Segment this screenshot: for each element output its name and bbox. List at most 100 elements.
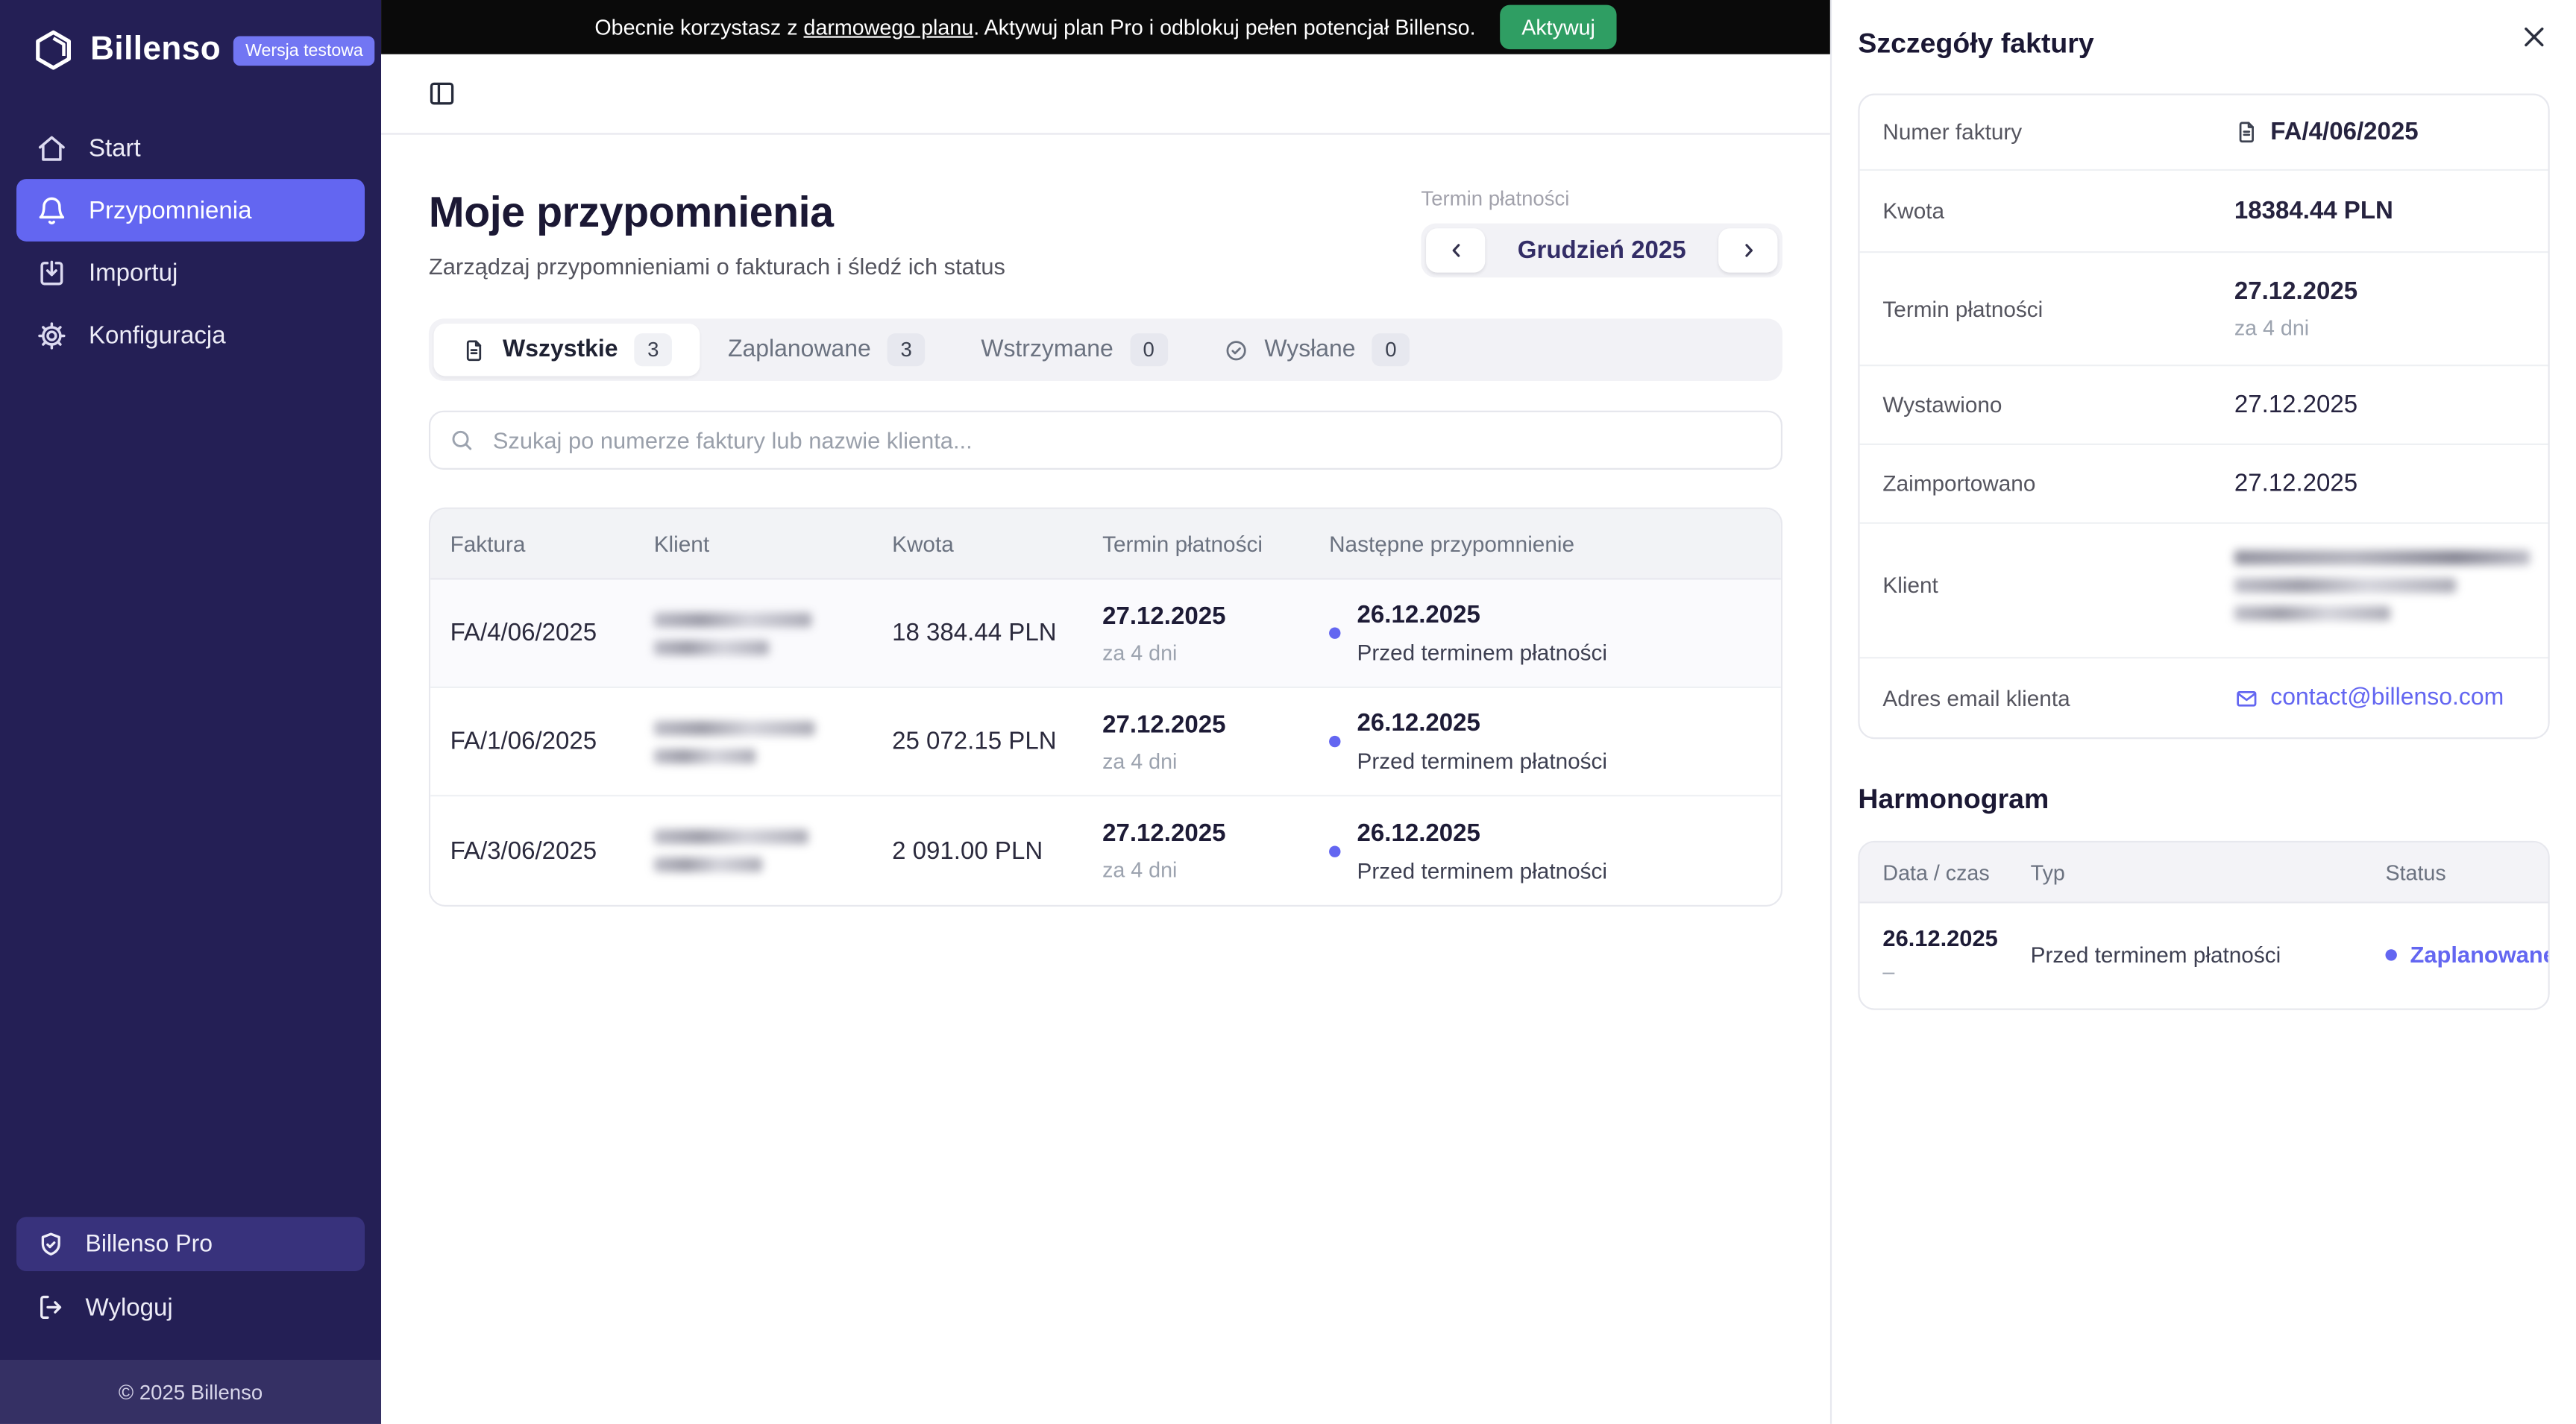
sidebar: Billenso Wersja testowa Start Przypomnie… — [0, 0, 381, 1424]
client-redacted — [634, 720, 872, 763]
home-icon — [36, 132, 67, 163]
table-row[interactable]: FA/3/06/2025 2 091.00 PLN 27.12.2025za 4… — [430, 796, 1781, 904]
banner-text-before: Obecnie korzystasz z — [594, 15, 797, 40]
client-redacted — [634, 612, 872, 655]
status-tabs: Wszystkie 3 Zaplanowane 3 Wstrzymane 0 W… — [429, 318, 1782, 381]
client-redacted — [634, 829, 872, 872]
schedule-time: – — [1882, 959, 2030, 983]
sidebar-nav: Start Przypomnienia Importuj Konfiguracj… — [0, 116, 381, 366]
field-label: Klient — [1882, 550, 2234, 598]
next-month-button[interactable] — [1718, 228, 1777, 272]
schedule-header-row: Data / czas Typ Status — [1860, 842, 2548, 904]
tab-wszystkie[interactable]: Wszystkie 3 — [434, 324, 700, 376]
pro-button-label: Billenso Pro — [86, 1231, 213, 1257]
client-email-link[interactable]: contact@billenso.com — [2234, 685, 2504, 711]
schedule-title: Harmonogram — [1858, 784, 2549, 816]
schedule-table: Data / czas Typ Status 26.12.2025– Przed… — [1858, 841, 2549, 1010]
test-version-badge: Wersja testowa — [234, 35, 375, 65]
tab-label: Wysłane — [1264, 337, 1355, 363]
period-label: Termin płatności — [1421, 187, 1782, 210]
next-reminder-date: 26.12.2025 — [1357, 819, 1608, 846]
table-row[interactable]: FA/4/06/2025 18 384.44 PLN 27.12.2025za … — [430, 580, 1781, 688]
due-note: za 4 dni — [1102, 857, 1310, 882]
status-dot — [2385, 948, 2396, 960]
invoice-number: FA/4/06/2025 — [430, 619, 634, 646]
file-text-icon — [2234, 120, 2259, 145]
status-dot — [1329, 845, 1340, 856]
brand-name: Billenso — [90, 31, 221, 69]
col-header-status: Status — [2385, 860, 2525, 884]
field-label: Wystawiono — [1882, 392, 2234, 417]
check-circle-icon — [1223, 338, 1248, 362]
sidebar-footer: © 2025 Billenso — [0, 1360, 381, 1424]
field-label: Numer faktury — [1882, 120, 2234, 145]
page-subtitle: Zarządzaj przypomnieniami o fakturach i … — [429, 253, 1005, 279]
import-icon — [36, 257, 67, 289]
due-date-value: 27.12.2025 — [2234, 277, 2357, 305]
field-label: Adres email klienta — [1882, 686, 2234, 711]
col-header-data-czas: Data / czas — [1882, 860, 2030, 884]
invoice-detail-panel: Szczegóły faktury Numer faktury FA/4/06/… — [1830, 0, 2576, 1424]
logout-button[interactable]: Wyloguj — [16, 1281, 365, 1333]
prev-month-button[interactable] — [1426, 228, 1485, 272]
due-date: 27.12.2025 — [1102, 819, 1310, 847]
col-header-kwota: Kwota — [873, 532, 1083, 556]
col-header-faktura: Faktura — [430, 532, 634, 556]
chevron-left-icon — [1445, 240, 1466, 262]
imported-date-value: 27.12.2025 — [2234, 470, 2357, 497]
amount: 18 384.44 PLN — [873, 619, 1083, 646]
tab-label: Wszystkie — [503, 337, 618, 363]
tab-zaplanowane[interactable]: Zaplanowane 3 — [700, 324, 953, 376]
shield-check-icon — [36, 1229, 66, 1259]
sidebar-item-przypomnienia[interactable]: Przypomnienia — [16, 179, 365, 242]
due-date: 27.12.2025 — [1102, 711, 1310, 738]
logout-icon — [36, 1293, 66, 1323]
client-redacted — [2234, 550, 2531, 621]
col-header-typ: Typ — [2031, 860, 2386, 884]
schedule-row[interactable]: 26.12.2025– Przed terminem płatności Zap… — [1860, 904, 2548, 1009]
field-label: Kwota — [1882, 199, 2234, 224]
next-reminder-type: Przed terminem płatności — [1357, 858, 1608, 883]
gear-icon — [36, 319, 67, 350]
bell-icon — [36, 195, 67, 226]
field-label: Zaimportowano — [1882, 471, 2234, 496]
tab-wstrzymane[interactable]: Wstrzymane 0 — [953, 324, 1196, 376]
free-plan-link[interactable]: darmowego planu — [804, 15, 974, 40]
schedule-status: Zaplanowane — [2410, 941, 2550, 967]
tab-count-badge: 0 — [1372, 333, 1410, 366]
amount: 25 072.15 PLN — [873, 728, 1083, 755]
activate-pro-button[interactable]: Aktywuj — [1501, 5, 1617, 49]
upgrade-banner: Obecnie korzystasz z darmowego planu. Ak… — [381, 0, 1830, 54]
sidebar-item-start[interactable]: Start — [16, 116, 365, 179]
tab-count-badge: 3 — [635, 333, 673, 366]
search-input[interactable] — [429, 411, 1782, 470]
col-header-termin: Termin płatności — [1083, 532, 1310, 556]
tab-wyslane[interactable]: Wysłane 0 — [1196, 324, 1438, 376]
sidebar-item-konfiguracja[interactable]: Konfiguracja — [16, 304, 365, 367]
next-reminder-date: 26.12.2025 — [1357, 710, 1608, 737]
month-navigator: Grudzień 2025 — [1421, 224, 1782, 278]
close-icon — [2520, 23, 2548, 51]
table-row[interactable]: FA/1/06/2025 25 072.15 PLN 27.12.2025za … — [430, 688, 1781, 796]
billenso-pro-button[interactable]: Billenso Pro — [16, 1217, 365, 1271]
brand-logo: Billenso Wersja testowa — [0, 0, 381, 72]
next-reminder-type: Przed terminem płatności — [1357, 749, 1608, 773]
col-header-klient: Klient — [634, 532, 872, 556]
field-label: Termin płatności — [1882, 297, 2234, 321]
main-content: Moje przypomnienia Zarządzaj przypomnien… — [381, 135, 1830, 1424]
chevron-right-icon — [1737, 240, 1759, 262]
sidebar-item-label: Konfiguracja — [89, 321, 226, 349]
sidebar-toggle-button[interactable] — [427, 79, 457, 109]
copyright-text: © 2025 Billenso — [119, 1380, 263, 1403]
amount-value: 18384.44 PLN — [2234, 197, 2393, 224]
main-topbar — [381, 54, 1830, 135]
sidebar-item-label: Importuj — [89, 259, 178, 286]
sidebar-item-importuj[interactable]: Importuj — [16, 242, 365, 304]
amount: 2 091.00 PLN — [873, 837, 1083, 864]
sidebar-item-label: Przypomnienia — [89, 196, 252, 224]
close-panel-button[interactable] — [2520, 23, 2548, 51]
logout-label: Wyloguj — [86, 1294, 173, 1321]
issued-date-value: 27.12.2025 — [2234, 391, 2357, 418]
invoice-number-value: FA/4/06/2025 — [2270, 119, 2418, 146]
tab-count-badge: 0 — [1130, 333, 1168, 366]
